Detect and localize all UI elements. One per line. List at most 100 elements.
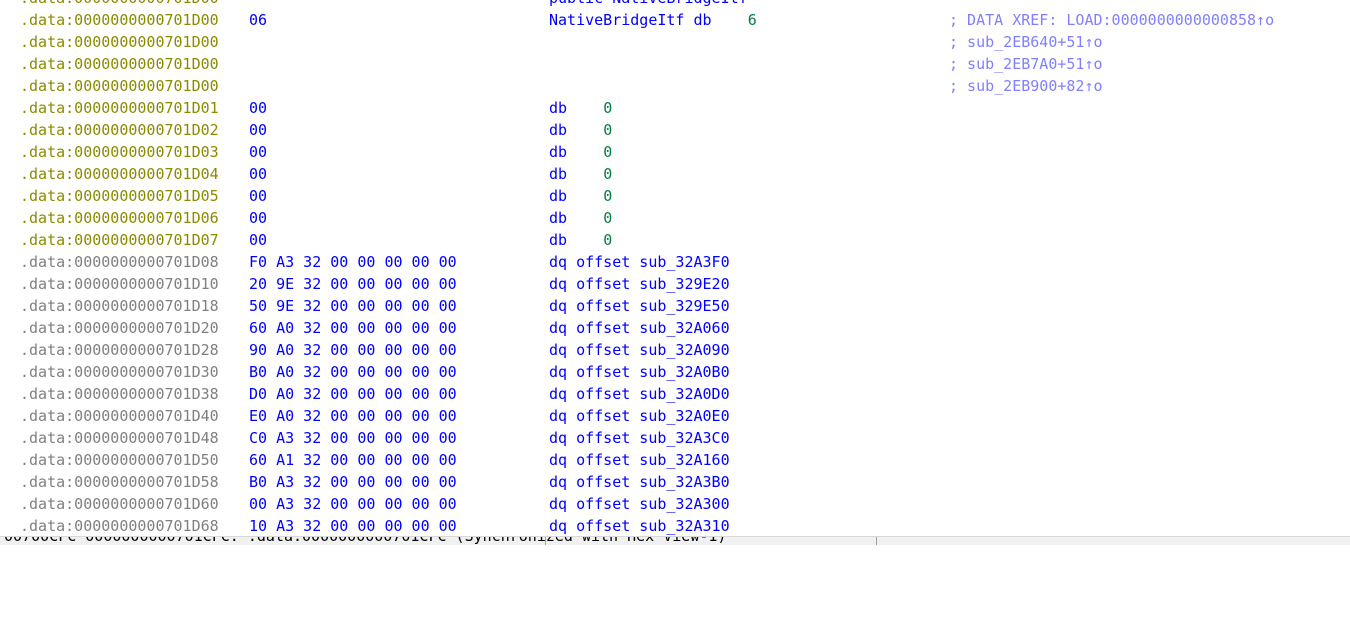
instruction[interactable]: dq offset sub_32A090 <box>549 339 730 361</box>
listing-row[interactable]: .data:0000000000701D18 50 9E 32 00 00 00… <box>0 295 1350 317</box>
instruction[interactable]: dq offset sub_32A0E0 <box>549 405 730 427</box>
address: .data:0000000000701D00 <box>20 33 219 51</box>
listing-row[interactable]: .data:0000000000701D20 60 A0 32 00 00 00… <box>0 317 1350 339</box>
instruction-text[interactable]: db <box>549 209 603 227</box>
listing-row[interactable]: .data:0000000000701D30 B0 A0 32 00 00 00… <box>0 361 1350 383</box>
listing-row[interactable]: .data:0000000000701D01 00 db 0 <box>0 97 1350 119</box>
operand-value: 0 <box>603 143 613 161</box>
listing-row[interactable]: .data:0000000000701D58 B0 A3 32 00 00 00… <box>0 471 1350 493</box>
address: .data:0000000000701D01 <box>20 99 219 117</box>
xref-comment[interactable]: ; sub_2EB7A0+51↑o <box>949 53 1103 75</box>
instruction[interactable]: db 0 <box>549 97 612 119</box>
listing-row[interactable]: .data:0000000000701D00 public NativeBrid… <box>0 0 1350 9</box>
listing-row[interactable]: .data:0000000000701D08 F0 A3 32 00 00 00… <box>0 251 1350 273</box>
listing-row[interactable]: .data:0000000000701D28 90 A0 32 00 00 00… <box>0 339 1350 361</box>
instruction[interactable]: dq offset sub_329E20 <box>549 273 730 295</box>
instruction-text[interactable]: db <box>549 121 603 139</box>
operand-value: 0 <box>603 121 613 139</box>
instruction[interactable]: db 0 <box>549 229 612 251</box>
operand-value: 6 <box>747 11 757 29</box>
address: .data:0000000000701D28 <box>20 341 219 359</box>
listing-row[interactable]: .data:0000000000701D05 00 db 0 <box>0 185 1350 207</box>
address: .data:0000000000701D02 <box>20 121 219 139</box>
instruction[interactable]: db 0 <box>549 119 612 141</box>
hex-bytes: 06 <box>249 11 268 29</box>
hex-bytes: 00 A3 32 00 00 00 00 00 <box>249 495 457 513</box>
address: .data:0000000000701D07 <box>20 231 219 249</box>
listing-row[interactable]: .data:0000000000701D03 00 db 0 <box>0 141 1350 163</box>
hex-bytes: 50 9E 32 00 00 00 00 00 <box>249 297 457 315</box>
instruction[interactable]: dq offset sub_32A3F0 <box>549 251 730 273</box>
hex-bytes: 90 A0 32 00 00 00 00 00 <box>249 341 457 359</box>
address: .data:0000000000701D08 <box>20 253 219 271</box>
operand-value: 0 <box>603 187 613 205</box>
listing-row[interactable]: .data:0000000000701D68 10 A3 32 00 00 00… <box>0 515 1350 537</box>
operand-value: 0 <box>603 165 613 183</box>
listing-row[interactable]: .data:0000000000701D06 00 db 0 <box>0 207 1350 229</box>
instruction[interactable]: dq offset sub_32A060 <box>549 317 730 339</box>
hex-bytes: B0 A0 32 00 00 00 00 00 <box>249 363 457 381</box>
listing-row[interactable]: .data:0000000000701D40 E0 A0 32 00 00 00… <box>0 405 1350 427</box>
instruction-text[interactable]: db <box>549 165 603 183</box>
instruction[interactable]: db 0 <box>549 207 612 229</box>
instruction[interactable]: dq offset sub_32A310 <box>549 515 730 537</box>
instruction[interactable]: db 0 <box>549 185 612 207</box>
instruction[interactable]: dq offset sub_32A0D0 <box>549 383 730 405</box>
instruction[interactable]: NativeBridgeItf db 6 <box>549 9 757 31</box>
listing-row[interactable]: .data:0000000000701D04 00 db 0 <box>0 163 1350 185</box>
instruction-text[interactable]: db <box>549 99 603 117</box>
instruction-text[interactable]: db <box>549 231 603 249</box>
xref-comment[interactable]: ; DATA XREF: LOAD:0000000000000858↑o <box>949 9 1274 31</box>
xref-comment[interactable]: ; sub_2EB900+82↑o <box>949 75 1103 97</box>
address: .data:0000000000701D00 <box>20 11 219 29</box>
instruction-text[interactable]: db <box>549 187 603 205</box>
address: .data:0000000000701D40 <box>20 407 219 425</box>
address: .data:0000000000701D60 <box>20 495 219 513</box>
address: .data:0000000000701D10 <box>20 275 219 293</box>
listing-row[interactable]: .data:0000000000701D50 60 A1 32 00 00 00… <box>0 449 1350 471</box>
hex-bytes: 20 9E 32 00 00 00 00 00 <box>249 275 457 293</box>
hex-bytes: 00 <box>249 165 268 183</box>
instruction[interactable]: db 0 <box>549 141 612 163</box>
hex-bytes: B0 A3 32 00 00 00 00 00 <box>249 473 457 491</box>
listing-row[interactable]: .data:0000000000701D38 D0 A0 32 00 00 00… <box>0 383 1350 405</box>
xref-comment[interactable]: ; sub_2EB640+51↑o <box>949 31 1103 53</box>
hex-bytes: 60 A1 32 00 00 00 00 00 <box>249 451 457 469</box>
listing-row[interactable]: .data:0000000000701D48 C0 A3 32 00 00 00… <box>0 427 1350 449</box>
hex-bytes: 00 <box>249 143 268 161</box>
listing-row[interactable]: .data:0000000000701D00 06 NativeBridgeIt… <box>0 9 1350 31</box>
hex-bytes: 10 A3 32 00 00 00 00 00 <box>249 517 457 535</box>
instruction[interactable]: dq offset sub_32A0B0 <box>549 361 730 383</box>
instruction[interactable]: dq offset sub_32A160 <box>549 449 730 471</box>
address: .data:0000000000701D38 <box>20 385 219 403</box>
instruction-text[interactable]: db <box>549 143 603 161</box>
instruction[interactable]: dq offset sub_329E50 <box>549 295 730 317</box>
listing-row[interactable]: .data:0000000000701D00 ; sub_2EB640+51↑o <box>0 31 1350 53</box>
listing-row[interactable]: .data:0000000000701D07 00 db 0 <box>0 229 1350 251</box>
instruction[interactable]: dq offset sub_32A3C0 <box>549 427 730 449</box>
address: .data:0000000000701D06 <box>20 209 219 227</box>
instruction[interactable]: dq offset sub_32A3B0 <box>549 471 730 493</box>
listing-row[interactable]: .data:0000000000701D60 00 A3 32 00 00 00… <box>0 493 1350 515</box>
instruction-text[interactable]: NativeBridgeItf db <box>549 11 748 29</box>
address: .data:0000000000701D30 <box>20 363 219 381</box>
address: .data:0000000000701D05 <box>20 187 219 205</box>
address: .data:0000000000701D03 <box>20 143 219 161</box>
address: .data:0000000000701D20 <box>20 319 219 337</box>
hex-bytes: 00 <box>249 231 268 249</box>
address: .data:0000000000701D00 <box>20 77 219 95</box>
address: .data:0000000000701D00 <box>20 0 219 9</box>
instruction[interactable]: public NativeBridgeItf <box>549 0 748 9</box>
listing-row[interactable]: .data:0000000000701D00 ; sub_2EB900+82↑o <box>0 75 1350 97</box>
instruction[interactable]: db 0 <box>549 163 612 185</box>
address: .data:0000000000701D18 <box>20 297 219 315</box>
hex-bytes: 60 A0 32 00 00 00 00 00 <box>249 319 457 337</box>
listing-row[interactable]: .data:0000000000701D02 00 db 0 <box>0 119 1350 141</box>
listing-row[interactable]: .data:0000000000701D00 ; sub_2EB7A0+51↑o <box>0 53 1350 75</box>
disassembly-listing[interactable]: .data:0000000000701D00 public NativeBrid… <box>0 0 1350 537</box>
instruction[interactable]: dq offset sub_32A300 <box>549 493 730 515</box>
address: .data:0000000000701D50 <box>20 451 219 469</box>
listing-row[interactable]: .data:0000000000701D10 20 9E 32 00 00 00… <box>0 273 1350 295</box>
address: .data:0000000000701D58 <box>20 473 219 491</box>
hex-bytes: 00 <box>249 121 268 139</box>
